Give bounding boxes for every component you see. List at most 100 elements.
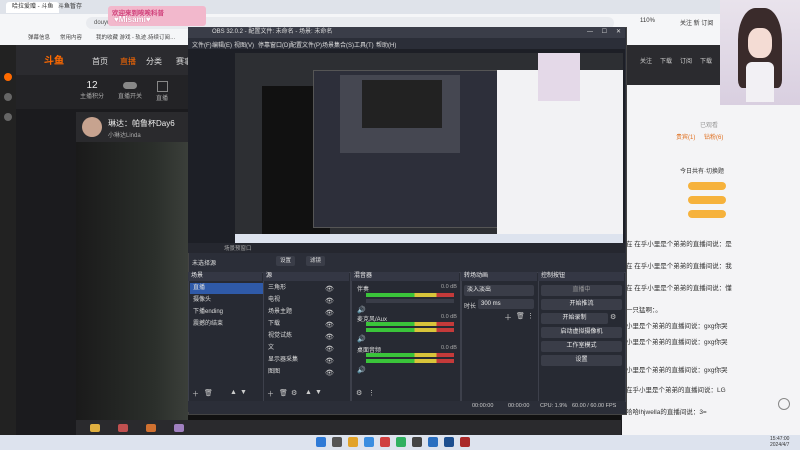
gift-icon[interactable]	[174, 424, 184, 432]
stream-status-button[interactable]: 直播中	[541, 285, 622, 296]
add-scene-icon[interactable]: ＋	[192, 389, 199, 400]
mixer-settings-icon[interactable]: ⚙	[356, 389, 362, 400]
follow-new-sub[interactable]: 关注 新 订阅	[680, 18, 713, 27]
minimize-icon[interactable]: —	[587, 27, 593, 38]
studio-mode-button[interactable]: 工作室模式	[541, 341, 622, 352]
steam-icon[interactable]	[444, 437, 454, 447]
maximize-icon[interactable]: ☐	[602, 27, 607, 38]
gift-icon[interactable]	[90, 424, 100, 432]
rank-badge	[688, 210, 726, 218]
move-up-icon[interactable]: ▲	[305, 389, 312, 400]
duration-label: 时长	[464, 304, 477, 310]
stat-switch[interactable]: 直播开关	[118, 80, 142, 100]
menu-view[interactable]: 视图(V)	[234, 40, 254, 49]
speaker-icon[interactable]: 🔊	[357, 306, 366, 314]
menu-scene-collection[interactable]: 场景集合(S)	[322, 40, 354, 49]
explorer-icon[interactable]	[348, 437, 358, 447]
category-icon[interactable]	[4, 93, 12, 101]
speaker-icon[interactable]: 🔊	[357, 335, 366, 343]
obs-icon[interactable]	[412, 437, 422, 447]
obs-titlebar[interactable]: OBS 32.0.2 - 配置文件: 未命名 - 场景: 未命名 ✕ ☐ —	[188, 27, 625, 38]
chat-tab-diamond[interactable]: 钻粉(6)	[704, 132, 723, 141]
streamer-name[interactable]: 小琳达Linda	[108, 130, 141, 139]
filters-button[interactable]: 滤镜	[306, 256, 326, 266]
speaker-icon[interactable]: 🔊	[357, 366, 366, 374]
app-icon[interactable]	[428, 437, 438, 447]
source-item[interactable]: 显示器采集	[265, 355, 348, 366]
preview-toolbar-text: 场景预窗口	[224, 246, 252, 252]
properties-button[interactable]: 设置	[276, 256, 296, 266]
zoom-level[interactable]: 110%	[640, 18, 655, 24]
start-icon[interactable]	[316, 437, 326, 447]
gear-icon[interactable]: ⚙	[610, 313, 616, 321]
delete-source-icon[interactable]: 🗑	[279, 389, 288, 400]
follow-icon[interactable]	[4, 113, 12, 121]
tab-cache[interactable]: 斗鱼暂存	[52, 2, 88, 13]
wechat-icon[interactable]	[396, 437, 406, 447]
menu-file[interactable]: 文件(F)	[192, 40, 212, 49]
source-item[interactable]: 场景主题	[265, 307, 348, 318]
start-streaming-button[interactable]: 开始推流	[541, 299, 622, 310]
delete-transition-icon[interactable]: 🗑	[516, 312, 525, 320]
nav-live[interactable]: 直播	[120, 56, 136, 67]
system-clock[interactable]: 15:47:00 2024/4/7	[770, 436, 789, 448]
menu-tools[interactable]: 工具(T)	[354, 40, 374, 49]
app-icon[interactable]	[380, 437, 390, 447]
scene-item[interactable]: 下播ending	[190, 307, 263, 318]
taskview-icon[interactable]	[332, 437, 342, 447]
bookmark-3[interactable]: 我的收藏 游戏 - 轨迹…	[96, 34, 152, 43]
bookmark-4[interactable]: 持续订阅…	[148, 34, 176, 43]
right-icon-4[interactable]: 下载	[696, 56, 716, 65]
visibility-icon-column[interactable]: 👁 👁 👁 👁 👁 👁 👁 👁	[325, 284, 334, 380]
chat-tab-vip[interactable]: 贵宾(1)	[676, 132, 695, 141]
settings-button[interactable]: 设置	[541, 355, 622, 366]
scene-item[interactable]: 震撼的结束	[190, 319, 263, 330]
gift-icon[interactable]	[146, 424, 156, 432]
toggle-icon[interactable]	[123, 82, 137, 89]
move-down-icon[interactable]: ▼	[240, 389, 247, 400]
more-icon[interactable]: ⋮	[368, 389, 375, 400]
source-settings-icon[interactable]: ⚙	[291, 389, 297, 400]
add-source-icon[interactable]: ＋	[267, 389, 274, 400]
volume-slider[interactable]	[366, 299, 454, 303]
transition-select[interactable]: 淡入淡出	[464, 285, 534, 296]
nav-category[interactable]: 分类	[146, 56, 162, 67]
source-item[interactable]: 文	[265, 343, 348, 354]
home-icon[interactable]	[4, 73, 12, 81]
menu-edit[interactable]: 编辑(E)	[212, 40, 232, 49]
avatar[interactable]	[82, 117, 102, 137]
duration-input[interactable]: 300 ms	[478, 299, 534, 309]
move-down-icon[interactable]: ▼	[315, 389, 322, 400]
nav-home[interactable]: 首页	[92, 56, 108, 67]
right-icon-2[interactable]: 下载	[656, 56, 676, 65]
source-item[interactable]: 下载	[265, 319, 348, 330]
delete-scene-icon[interactable]: 🗑	[204, 389, 213, 400]
more-icon[interactable]: ⋮	[527, 312, 534, 320]
gift-icon[interactable]	[118, 424, 128, 432]
add-transition-icon[interactable]: ＋	[504, 312, 512, 323]
right-icon-3[interactable]: 订阅	[676, 56, 696, 65]
browser-icon[interactable]	[364, 437, 374, 447]
stat-live[interactable]: 直播	[156, 80, 168, 102]
source-item[interactable]: 电视	[265, 295, 348, 306]
source-item[interactable]: 三角形	[265, 283, 348, 294]
virtual-camera-button[interactable]: 启动虚拟摄像机	[541, 327, 622, 338]
app-icon[interactable]	[460, 437, 470, 447]
douyu-logo[interactable]: 斗鱼	[44, 52, 64, 67]
bookmark-1[interactable]: 弹幕信息	[28, 34, 50, 43]
scene-item[interactable]: 摄像头	[190, 295, 263, 306]
source-label: 显示器采集	[268, 357, 299, 363]
move-up-icon[interactable]: ▲	[230, 389, 237, 400]
right-icon-1[interactable]: 关注	[636, 56, 656, 65]
scene-item[interactable]: 直播	[190, 283, 263, 294]
close-icon[interactable]: ✕	[616, 27, 621, 38]
menu-docks[interactable]: 停靠窗口(D)	[258, 40, 290, 49]
start-recording-button[interactable]: 开始录制	[541, 313, 608, 324]
source-item[interactable]: 图图	[265, 367, 348, 378]
source-item[interactable]: 视觉试炼	[265, 331, 348, 342]
live-icon[interactable]	[156, 81, 168, 92]
menu-profile[interactable]: 配置文件(P)	[290, 40, 322, 49]
bookmark-2[interactable]: 常用内容	[60, 34, 82, 43]
settings-icon[interactable]	[778, 398, 790, 410]
menu-help[interactable]: 帮助(H)	[376, 40, 396, 49]
